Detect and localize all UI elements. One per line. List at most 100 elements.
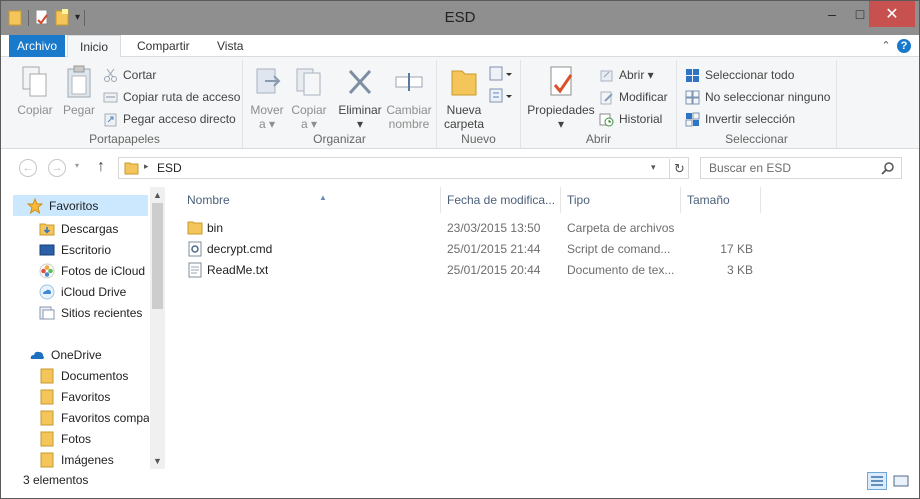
copy-to-label: Copiar	[291, 103, 327, 117]
minimize-button[interactable]: –	[819, 1, 845, 27]
scroll-down-icon[interactable]: ▼	[150, 455, 165, 467]
nav-item-favoritos-od[interactable]: Favoritos	[39, 386, 110, 407]
new-item-icon[interactable]	[489, 66, 513, 82]
easy-access-icon[interactable]	[489, 88, 513, 104]
file-list: Nombre ▲ Fecha de modifica... Tipo Tamañ…	[167, 187, 919, 469]
tab-compartir[interactable]: Compartir	[127, 35, 200, 57]
back-button[interactable]: ←	[19, 159, 37, 177]
nav-onedrive-label: OneDrive	[51, 347, 102, 362]
column-header-name[interactable]: Nombre ▲	[181, 187, 441, 213]
select-none-icon	[685, 90, 700, 104]
tab-archivo[interactable]: Archivo	[9, 35, 65, 57]
nav-item-escritorio[interactable]: Escritorio	[39, 239, 111, 260]
paste-button[interactable]: Pegar	[59, 65, 99, 117]
new-folder-icon	[451, 70, 477, 96]
text-file-icon	[188, 262, 202, 278]
copy-to-button[interactable]: Copiar a ▾	[289, 65, 329, 131]
column-header-date[interactable]: Fecha de modifica...	[441, 187, 561, 213]
nav-item-label: Favoritos compa	[61, 410, 149, 425]
select-all-button[interactable]: Seleccionar todo	[685, 65, 794, 85]
scroll-up-icon[interactable]: ▲	[150, 189, 165, 201]
history-button[interactable]: Historial	[599, 109, 662, 129]
details-view-button[interactable]	[867, 472, 887, 490]
nav-item-label: Documentos	[61, 368, 129, 383]
folder-icon	[40, 389, 54, 404]
item-count: 3 elementos	[23, 473, 89, 487]
large-icons-view-button[interactable]	[891, 472, 911, 490]
nav-onedrive[interactable]: OneDrive	[29, 344, 102, 365]
column-header-type[interactable]: Tipo	[561, 187, 681, 213]
delete-button[interactable]: Eliminar ▾	[337, 65, 383, 131]
properties-label: Propiedades	[527, 103, 595, 117]
group-organizar: Mover a ▾ Copiar a ▾ Eliminar ▾ Cambiar …	[243, 60, 437, 148]
select-none-button[interactable]: No seleccionar ninguno	[685, 87, 830, 107]
rename-button[interactable]: Cambiar nombre	[385, 65, 433, 131]
edit-icon	[600, 91, 613, 104]
nav-item-fotos-icloud[interactable]: Fotos de iCloud	[39, 260, 145, 281]
new-folder-button[interactable]: Nueva carpeta	[443, 65, 485, 131]
recent-locations-icon[interactable]: ▾	[75, 161, 79, 170]
navigation-pane: Favoritos Descargas Escritorio Fotos de …	[1, 187, 167, 469]
downloads-icon	[39, 223, 55, 235]
nav-item-descargas[interactable]: Descargas	[39, 218, 118, 239]
group-label-seleccionar: Seleccionar	[725, 132, 788, 146]
copy-path-label: Copiar ruta de acceso	[123, 90, 241, 104]
refresh-icon[interactable]: ↻	[669, 159, 689, 178]
column-header-size[interactable]: Tamaño	[681, 187, 761, 213]
group-portapapeles: Copiar Pegar Cortar Copiar ruta de acces…	[7, 60, 243, 148]
address-dropdown-icon[interactable]: ▾	[651, 162, 656, 173]
ribbon-tabs: Archivo Inicio Compartir Vista ⌃ ?	[1, 35, 919, 58]
search-placeholder: Buscar en ESD	[709, 161, 792, 175]
move-to-sub: a ▾	[258, 117, 276, 131]
group-label-portapapeles: Portapapeles	[89, 132, 160, 146]
history-label: Historial	[619, 112, 663, 126]
edit-button[interactable]: Modificar	[599, 87, 668, 107]
nav-item-icloud-drive[interactable]: iCloud Drive	[39, 281, 126, 302]
cut-button[interactable]: Cortar	[103, 65, 156, 85]
folder-icon	[40, 410, 54, 425]
file-size: 17 KB	[720, 242, 753, 256]
column-name-label: Nombre	[187, 193, 230, 207]
up-arrow-icon[interactable]: ↑	[97, 158, 105, 176]
nav-item-imagenes[interactable]: Imágenes	[39, 449, 114, 470]
nav-item-label: Fotos de iCloud	[61, 263, 146, 278]
file-type: Documento de tex...	[567, 263, 675, 277]
file-name: decrypt.cmd	[207, 242, 273, 256]
open-label: Abrir ▾	[619, 68, 654, 82]
nav-scrollbar[interactable]: ▲ ▼	[150, 187, 165, 469]
nav-favoritos[interactable]: Favoritos	[13, 195, 148, 216]
nav-item-fotos[interactable]: Fotos	[39, 428, 91, 449]
paste-shortcut-label: Pegar acceso directo	[123, 112, 236, 126]
move-to-icon	[256, 68, 281, 94]
title-bar[interactable]: ▾ ESD – □ ✕	[1, 1, 919, 35]
table-row[interactable]: decrypt.cmd 25/01/2015 21:44 Script de c…	[181, 239, 777, 260]
properties-button[interactable]: Propiedades ▾	[527, 65, 595, 131]
nav-item-sitios-recientes[interactable]: Sitios recientes	[39, 302, 142, 323]
search-icon[interactable]	[881, 161, 895, 175]
forward-button[interactable]: →	[48, 159, 66, 177]
help-icon[interactable]: ?	[897, 39, 911, 53]
paste-shortcut-button[interactable]: Pegar acceso directo	[103, 109, 236, 129]
breadcrumb-esd[interactable]: ESD	[157, 161, 182, 175]
close-button[interactable]: ✕	[869, 1, 915, 27]
nav-item-favoritos-compartidos[interactable]: Favoritos compa	[39, 407, 149, 428]
table-row[interactable]: ReadMe.txt 25/01/2015 20:44 Documento de…	[181, 260, 777, 281]
address-bar[interactable]: ▸ ESD ▾ ↻	[118, 157, 689, 179]
tab-inicio[interactable]: Inicio	[67, 35, 121, 58]
edit-label: Modificar	[619, 90, 668, 104]
table-row[interactable]: bin 23/03/2015 13:50 Carpeta de archivos	[181, 218, 777, 239]
properties-icon	[550, 66, 573, 96]
copy-button[interactable]: Copiar	[15, 65, 55, 117]
open-button[interactable]: Abrir ▾	[599, 65, 654, 85]
scroll-thumb[interactable]	[152, 203, 163, 309]
nav-item-documentos[interactable]: Documentos	[39, 365, 128, 386]
cut-label: Cortar	[123, 68, 157, 82]
scissors-icon	[104, 68, 117, 82]
search-input[interactable]: Buscar en ESD	[700, 157, 902, 179]
invert-selection-button[interactable]: Invertir selección	[685, 109, 795, 129]
ribbon-collapse-icon[interactable]: ⌃	[879, 39, 893, 53]
breadcrumb-chevron-icon[interactable]: ▸	[144, 161, 149, 172]
tab-vista[interactable]: Vista	[207, 35, 253, 57]
move-to-button[interactable]: Mover a ▾	[247, 65, 287, 131]
copy-path-button[interactable]: Copiar ruta de acceso	[103, 87, 240, 107]
